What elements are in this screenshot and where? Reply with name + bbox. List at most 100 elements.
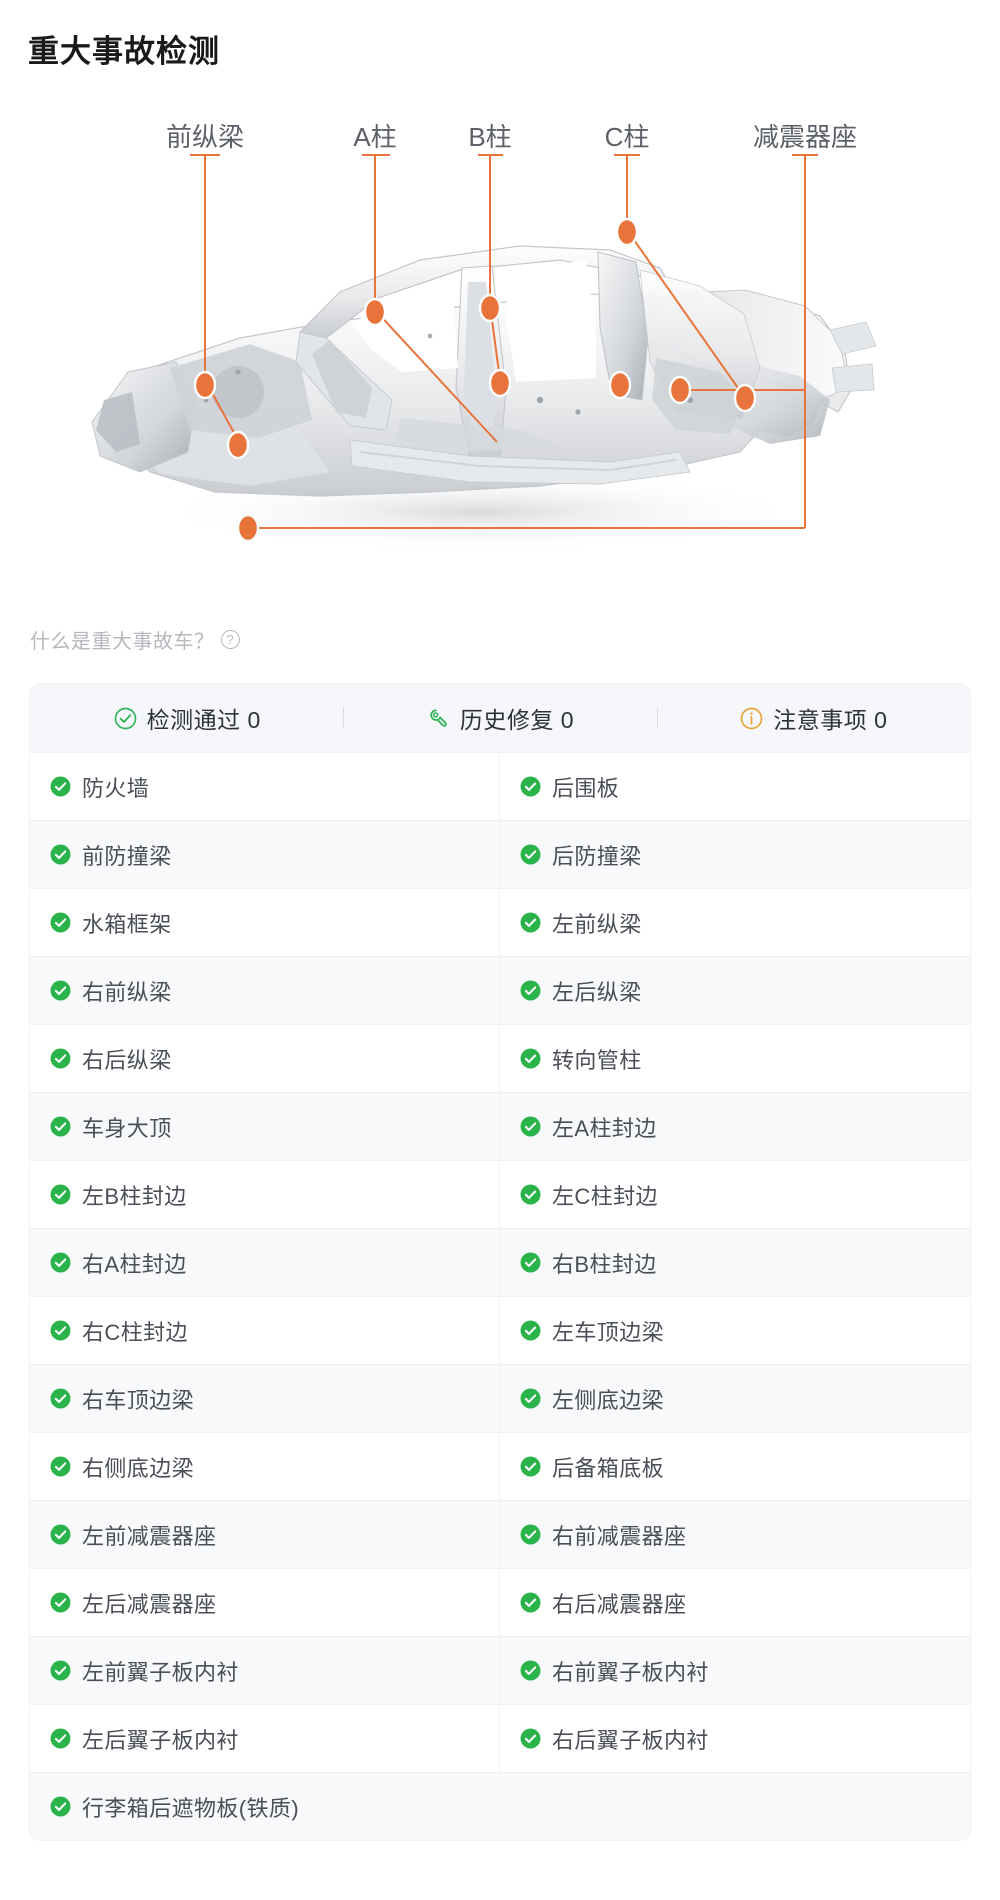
tab-inspection-passed[interactable]: 检测通过 0 [30,701,343,735]
check-circle-filled-icon [520,1524,541,1545]
check-circle-filled-icon [520,1048,541,1069]
inspection-item-label: 后围板 [552,775,620,801]
diagram-label-1: A柱 [353,122,396,152]
inspection-item-label: 左A柱封边 [552,1115,657,1141]
inspection-item: 后防撞梁 [500,821,970,888]
table-row: 右后纵梁 转向管柱 [30,1024,970,1092]
check-circle-filled-icon [50,1048,71,1069]
inspection-item: 左前纵梁 [500,889,970,956]
table-row: 左后翼子板内衬 右后翼子板内衬 [30,1704,970,1772]
table-row: 右C柱封边 左车顶边梁 [30,1296,970,1364]
inspection-item-label: 转向管柱 [552,1047,642,1073]
result-summary-tabs: 检测通过 0 历史修复 0 注意事项 0 [30,684,970,752]
inspection-item: 水箱框架 [30,889,500,956]
inspection-item: 右前翼子板内衬 [500,1637,970,1704]
table-row: 车身大顶 左A柱封边 [30,1092,970,1160]
inspection-item: 右后减震器座 [500,1569,970,1636]
diagram-label-3: C柱 [605,122,650,152]
table-row: 行李箱后遮物板(铁质) [30,1772,970,1840]
inspection-item: 后备箱底板 [500,1433,970,1500]
check-circle-filled-icon [520,1728,541,1749]
table-row: 左B柱封边 左C柱封边 [30,1160,970,1228]
inspection-item-label: 前防撞梁 [82,843,172,869]
diagram-labels: 前纵梁 A柱 B柱 C柱 减震器座 [166,122,857,152]
check-circle-filled-icon [50,1660,71,1681]
inspection-item-label: 右C柱封边 [82,1319,188,1345]
car-body-shell [91,245,877,497]
check-circle-filled-icon [50,1320,71,1341]
inspection-item-label: 左前纵梁 [552,911,642,937]
tab-attention-items[interactable]: 注意事项 0 [657,701,970,735]
check-circle-outline-icon [114,707,136,729]
inspection-item: 右侧底边梁 [30,1433,500,1500]
check-circle-filled-icon [520,844,541,865]
check-circle-filled-icon [520,776,541,797]
check-circle-filled-icon [50,776,71,797]
check-circle-filled-icon [520,1116,541,1137]
table-row: 水箱框架 左前纵梁 [30,888,970,956]
inspection-item-label: 后备箱底板 [552,1455,665,1481]
inspection-item: 右B柱封边 [500,1229,970,1296]
what-is-major-accident-car-link[interactable]: 什么是重大事故车？ ? [30,625,240,654]
inspection-item-label: 左B柱封边 [82,1183,187,1209]
inspection-item: 左后纵梁 [500,957,970,1024]
inspection-item: 左前减震器座 [30,1501,500,1568]
inspection-item: 前防撞梁 [30,821,500,888]
inspection-item: 右后翼子板内衬 [500,1705,970,1772]
page-title: 重大事故检测 [28,34,220,69]
table-row: 左前减震器座 右前减震器座 [30,1500,970,1568]
inspection-item: 左前翼子板内衬 [30,1637,500,1704]
tab-history-repair-label: 历史修复 0 [459,707,575,733]
check-circle-filled-icon [50,1728,71,1749]
check-circle-filled-icon [50,1796,71,1817]
tab-history-repair[interactable]: 历史修复 0 [343,701,656,735]
check-circle-filled-icon [520,1592,541,1613]
table-row: 右车顶边梁 左侧底边梁 [30,1364,970,1432]
check-circle-filled-icon [50,1252,71,1273]
inspection-item: 右后纵梁 [30,1025,500,1092]
inspection-item: 左车顶边梁 [500,1297,970,1364]
check-circle-filled-icon [520,980,541,1001]
inspection-item: 右A柱封边 [30,1229,500,1296]
inspection-item-label: 左后翼子板内衬 [82,1727,239,1753]
check-circle-filled-icon [50,1456,71,1477]
check-circle-filled-icon [520,1456,541,1477]
inspection-item: 防火墙 [30,753,500,820]
inspection-item-label: 车身大顶 [82,1115,172,1141]
check-circle-filled-icon [50,1524,71,1545]
check-circle-filled-icon [50,844,71,865]
inspection-item: 左A柱封边 [500,1093,970,1160]
inspection-item-label: 右B柱封边 [552,1251,657,1277]
inspection-item: 车身大顶 [30,1093,500,1160]
inspection-item: 左侧底边梁 [500,1365,970,1432]
table-row: 左前翼子板内衬 右前翼子板内衬 [30,1636,970,1704]
inspection-item: 右前减震器座 [500,1501,970,1568]
check-circle-filled-icon [520,1660,541,1681]
table-row: 左后减震器座 右后减震器座 [30,1568,970,1636]
diagram-label-2: B柱 [468,122,511,152]
diagram-label-4: 减震器座 [753,122,857,152]
diagram-label-0: 前纵梁 [166,122,244,152]
table-row: 右侧底边梁 后备箱底板 [30,1432,970,1500]
inspection-item: 后围板 [500,753,970,820]
inspection-item-label: 左车顶边梁 [552,1319,665,1345]
inspection-item-label: 右车顶边梁 [82,1387,195,1413]
inspection-item-label: 右侧底边梁 [82,1455,195,1481]
inspection-result-card: 检测通过 0 历史修复 0 注意事项 0 防火墙 后围板 前防撞梁 后防撞梁 水箱框架左… [30,684,970,1840]
tab-inspection-passed-label: 检测通过 0 [146,707,261,733]
inspection-item: 左后翼子板内衬 [30,1705,500,1772]
inspection-item: 转向管柱 [500,1025,970,1092]
table-row: 右前纵梁 左后纵梁 [30,956,970,1024]
check-circle-filled-icon [50,1388,71,1409]
inspection-item: 右C柱封边 [30,1297,500,1364]
check-circle-filled-icon [520,912,541,933]
inspection-item: 行李箱后遮物板(铁质) [30,1773,970,1840]
inspection-item: 左C柱封边 [500,1161,970,1228]
inspection-item: 左后减震器座 [30,1569,500,1636]
table-row: 前防撞梁 后防撞梁 [30,820,970,888]
inspection-item-label: 左前翼子板内衬 [82,1659,239,1685]
inspection-item-label: 行李箱后遮物板(铁质) [82,1795,300,1821]
inspection-item-label: 防火墙 [82,775,150,801]
check-circle-filled-icon [50,1116,71,1137]
inspection-item-label: 水箱框架 [82,911,172,937]
